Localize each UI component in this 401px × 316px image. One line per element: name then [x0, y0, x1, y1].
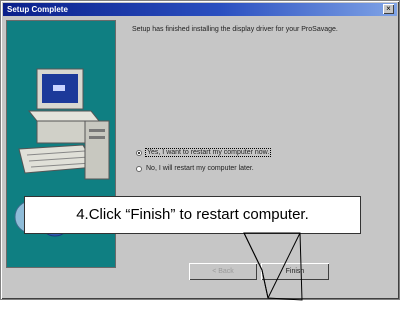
computer-icon — [18, 68, 110, 180]
restart-now-label: Yes, I want to restart my computer now. — [144, 148, 272, 157]
status-message: Setup has finished installing the displa… — [132, 26, 338, 33]
callout-text: 4.Click “Finish” to restart computer. — [76, 206, 309, 223]
restart-later-label: No, I will restart my computer later. — [146, 165, 254, 172]
restart-now-radio[interactable] — [136, 149, 142, 156]
title-bar[interactable]: Setup Complete × — [3, 3, 397, 16]
instruction-callout: 4.Click “Finish” to restart computer. — [24, 196, 361, 234]
back-button[interactable]: < Back — [189, 263, 257, 280]
restart-now-option[interactable]: Yes, I want to restart my computer now. — [136, 148, 272, 157]
close-button[interactable]: × — [383, 4, 394, 14]
restart-later-option[interactable]: No, I will restart my computer later. — [136, 165, 254, 172]
setup-dialog: Setup Complete × Setup has finished inst… — [0, 0, 400, 300]
window-title: Setup Complete — [7, 5, 68, 14]
finish-button[interactable]: Finish — [261, 263, 329, 280]
restart-later-radio[interactable] — [136, 165, 142, 172]
close-icon: × — [386, 4, 391, 13]
